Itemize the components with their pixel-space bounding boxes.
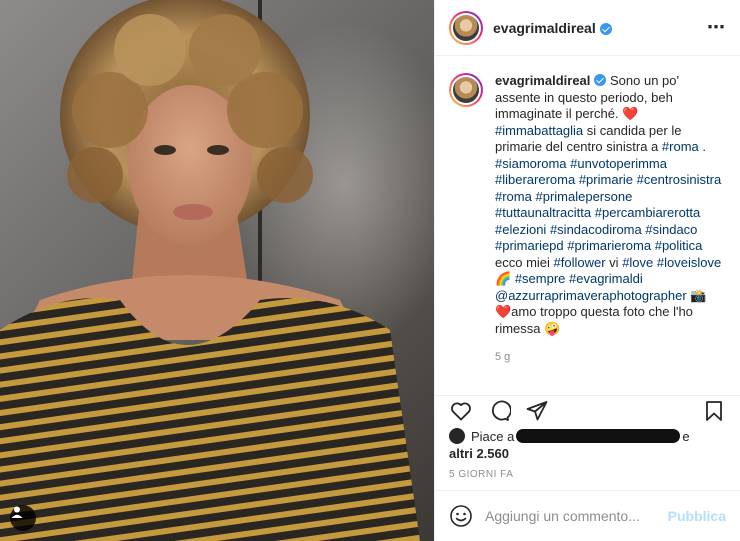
hashtag-link[interactable]: #evagrimaldi (569, 271, 643, 286)
likes-count-link[interactable]: altri 2.560 (449, 446, 509, 461)
avatar[interactable] (449, 10, 483, 45)
likes-suffix: e (682, 429, 690, 444)
hashtag-link[interactable]: #sempre (515, 271, 566, 286)
hashtag-link[interactable]: #elezioni (495, 222, 546, 237)
likes-summary: Piace a e altri 2.560 (449, 428, 726, 462)
hashtag-link[interactable]: #liberareroma (495, 172, 575, 187)
header-username[interactable]: evagrimaldireal (493, 20, 596, 36)
caption-text-segment: . (698, 139, 706, 154)
comment-icon[interactable] (487, 399, 511, 423)
bookmark-icon[interactable] (702, 399, 726, 423)
verified-badge-icon (594, 74, 607, 86)
hashtag-link[interactable]: #primarie (579, 172, 633, 187)
likes-prefix: Piace a (471, 429, 515, 444)
hashtag-link[interactable]: #primariepd (495, 238, 564, 253)
caption-avatar[interactable] (449, 73, 483, 107)
liker-avatar[interactable] (449, 428, 465, 444)
heart-icon[interactable] (449, 399, 473, 423)
user-tag-icon (11, 506, 23, 518)
caption-area: evagrimaldireal Sono un po' assente in q… (435, 57, 740, 395)
hashtag-link[interactable]: #loveislove (657, 255, 721, 270)
hashtag-link[interactable]: #primalepersone (535, 189, 632, 204)
emoji-icon[interactable] (449, 504, 473, 528)
user-tag-button[interactable] (10, 505, 36, 531)
post-date: 5 GIORNI FA (449, 469, 514, 480)
hashtag-link[interactable]: #tuttaunaltracitta (495, 205, 591, 220)
portrait-illustration (0, 0, 420, 541)
hashtag-link[interactable]: #percambiarerotta (595, 205, 701, 220)
redacted-username (516, 429, 681, 443)
hashtag-link[interactable]: #follower (554, 255, 606, 270)
post-photo[interactable] (0, 0, 434, 541)
hashtag-link[interactable]: #roma (662, 139, 699, 154)
caption-text: evagrimaldireal Sono un po' assente in q… (495, 73, 725, 337)
hashtag-link[interactable]: #love (622, 255, 653, 270)
comment-input[interactable] (485, 508, 668, 524)
share-icon[interactable] (525, 399, 549, 423)
post-side-panel: evagrimaldireal ⋯ evagrimaldireal Sono u… (434, 0, 740, 541)
caption-username[interactable]: evagrimaldireal (495, 73, 590, 88)
hashtag-link[interactable]: @azzurraprimaveraphotographer (495, 288, 687, 303)
comment-bar: Pubblica (435, 490, 740, 541)
hashtag-link[interactable]: #roma (495, 189, 532, 204)
hashtag-link[interactable]: #immabattaglia (495, 123, 583, 138)
hashtag-link[interactable]: #centrosinistra (637, 172, 722, 187)
caption-text-segment: ecco miei (495, 254, 554, 270)
caption-text-segment: vi (605, 254, 623, 270)
post-time-ago: 5 g (495, 351, 511, 363)
instagram-post: evagrimaldireal ⋯ evagrimaldireal Sono u… (0, 0, 740, 541)
action-bar (435, 395, 740, 425)
publish-button[interactable]: Pubblica (668, 508, 726, 524)
hashtag-link[interactable]: #sindaco (645, 222, 697, 237)
hashtag-link[interactable]: #sindacodiroma (550, 222, 642, 237)
hashtag-link[interactable]: #primarieroma (567, 238, 651, 253)
verified-badge-icon (599, 22, 612, 35)
post-header: evagrimaldireal ⋯ (435, 0, 740, 56)
more-options-icon[interactable]: ⋯ (707, 17, 726, 38)
hashtag-link[interactable]: #siamoroma (495, 156, 567, 171)
hashtag-link[interactable]: #unvotoperimma (570, 156, 667, 171)
caption-text-segment: 🌈 (495, 271, 515, 286)
hashtag-link[interactable]: #politica (655, 238, 703, 253)
